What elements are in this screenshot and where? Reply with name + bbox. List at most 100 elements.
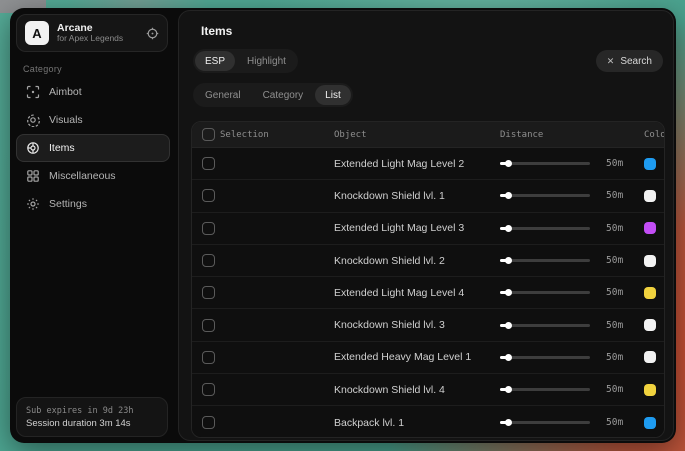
view-tab-row: General Category List (193, 83, 353, 107)
slider-thumb[interactable] (505, 386, 512, 393)
general-category-list-tabs: General Category List (193, 83, 353, 107)
object-name: Extended Light Mag Level 3 (334, 222, 500, 234)
sidebar: A Arcane for Apex Legends Category Aimbo… (10, 8, 176, 443)
app-header-card: A Arcane for Apex Legends (16, 14, 168, 52)
esp-highlight-tabs: ESP Highlight (193, 49, 298, 73)
app-logo: A (25, 21, 49, 45)
slider-thumb[interactable] (505, 322, 512, 329)
object-name: Knockdown Shield lvl. 4 (334, 384, 500, 396)
color-swatch[interactable] (644, 190, 656, 202)
distance-value: 50m (606, 255, 644, 266)
row-checkbox[interactable] (202, 157, 215, 170)
sidebar-item-settings[interactable]: Settings (16, 190, 170, 218)
distance-slider[interactable] (500, 259, 590, 262)
object-name: Extended Light Mag Level 4 (334, 287, 500, 299)
color-swatch[interactable] (644, 287, 656, 299)
color-swatch[interactable] (644, 255, 656, 267)
distance-value: 50m (606, 190, 644, 201)
grid-icon (26, 169, 40, 183)
color-swatch[interactable] (644, 417, 656, 429)
sidebar-item-visuals[interactable]: Visuals (16, 106, 170, 134)
row-checkbox[interactable] (202, 222, 215, 235)
row-checkbox[interactable] (202, 351, 215, 364)
distance-value: 50m (606, 417, 644, 428)
table-row: Knockdown Shield lvl. 2 50m (192, 245, 664, 277)
distance-value: 50m (606, 384, 644, 395)
distance-slider[interactable] (500, 194, 590, 197)
distance-value: 50m (606, 287, 644, 298)
table-row: Knockdown Shield lvl. 1 50m (192, 180, 664, 212)
table-body: Extended Light Mag Level 2 50m Knockdown… (192, 148, 664, 438)
column-header-selection: Selection (220, 130, 334, 140)
table-row: Extended Light Mag Level 4 50m (192, 277, 664, 309)
object-name: Knockdown Shield lvl. 1 (334, 190, 500, 202)
object-name: Knockdown Shield lvl. 2 (334, 255, 500, 267)
items-table: Selection Object Distance Color Extended… (191, 121, 665, 438)
slider-thumb[interactable] (505, 354, 512, 361)
page-title: Items (201, 24, 232, 38)
distance-value: 50m (606, 223, 644, 234)
app-window: A Arcane for Apex Legends Category Aimbo… (10, 8, 676, 443)
session-duration-text: Session duration 3m 14s (26, 418, 158, 429)
sidebar-item-items[interactable]: Items (16, 134, 170, 162)
search-button-label: Search (620, 56, 652, 67)
color-swatch[interactable] (644, 384, 656, 396)
table-row: Extended Light Mag Level 2 50m (192, 148, 664, 180)
row-checkbox[interactable] (202, 319, 215, 332)
slider-thumb[interactable] (505, 225, 512, 232)
object-name: Backpack lvl. 1 (334, 417, 500, 429)
distance-value: 50m (606, 352, 644, 363)
tab-list[interactable]: List (315, 85, 351, 105)
search-button[interactable]: ✕ Search (596, 50, 663, 72)
row-checkbox[interactable] (202, 383, 215, 396)
object-name: Extended Light Mag Level 2 (334, 158, 500, 170)
tab-category[interactable]: Category (253, 85, 314, 105)
distance-slider[interactable] (500, 291, 590, 294)
distance-slider[interactable] (500, 324, 590, 327)
row-checkbox[interactable] (202, 189, 215, 202)
distance-slider[interactable] (500, 227, 590, 230)
sidebar-item-miscellaneous[interactable]: Miscellaneous (16, 162, 170, 190)
sidebar-item-aimbot[interactable]: Aimbot (16, 78, 170, 106)
distance-value: 50m (606, 320, 644, 331)
distance-value: 50m (606, 158, 644, 169)
column-header-distance: Distance (500, 130, 606, 140)
main-panel: Items ESP Highlight ✕ Search General Cat… (178, 10, 674, 441)
distance-slider[interactable] (500, 356, 590, 359)
tab-general[interactable]: General (195, 85, 251, 105)
slider-thumb[interactable] (505, 289, 512, 296)
crosshair-icon (26, 85, 40, 99)
slider-thumb[interactable] (505, 419, 512, 426)
color-swatch[interactable] (644, 222, 656, 234)
tab-esp[interactable]: ESP (195, 51, 235, 71)
color-swatch[interactable] (644, 319, 656, 331)
tab-highlight[interactable]: Highlight (237, 51, 296, 71)
color-swatch[interactable] (644, 158, 656, 170)
table-header-row: Selection Object Distance Color (192, 122, 664, 148)
distance-slider[interactable] (500, 421, 590, 424)
column-header-object: Object (334, 130, 500, 140)
distance-slider[interactable] (500, 388, 590, 391)
select-all-checkbox[interactable] (202, 128, 215, 141)
app-subtitle: for Apex Legends (57, 34, 138, 44)
slider-thumb[interactable] (505, 257, 512, 264)
sidebar-nav: Aimbot Visuals Items Miscellaneous Setti… (16, 78, 170, 218)
color-swatch[interactable] (644, 351, 656, 363)
row-checkbox[interactable] (202, 254, 215, 267)
target-icon (26, 141, 40, 155)
column-header-color: Color (644, 130, 665, 140)
slider-thumb[interactable] (505, 192, 512, 199)
row-checkbox[interactable] (202, 416, 215, 429)
distance-slider[interactable] (500, 162, 590, 165)
sub-expiry-text: Sub expires in 9d 23h (26, 406, 158, 416)
table-row: Knockdown Shield lvl. 4 50m (192, 374, 664, 406)
row-checkbox[interactable] (202, 286, 215, 299)
crosshair-circle-icon[interactable] (146, 27, 159, 40)
subscription-footer-card: Sub expires in 9d 23h Session duration 3… (16, 397, 168, 437)
gear-icon (26, 197, 40, 211)
x-icon: ✕ (607, 57, 615, 66)
table-row: Knockdown Shield lvl. 3 50m (192, 309, 664, 341)
slider-thumb[interactable] (505, 160, 512, 167)
object-name: Extended Heavy Mag Level 1 (334, 351, 500, 363)
table-row: Extended Light Mag Level 3 50m (192, 213, 664, 245)
